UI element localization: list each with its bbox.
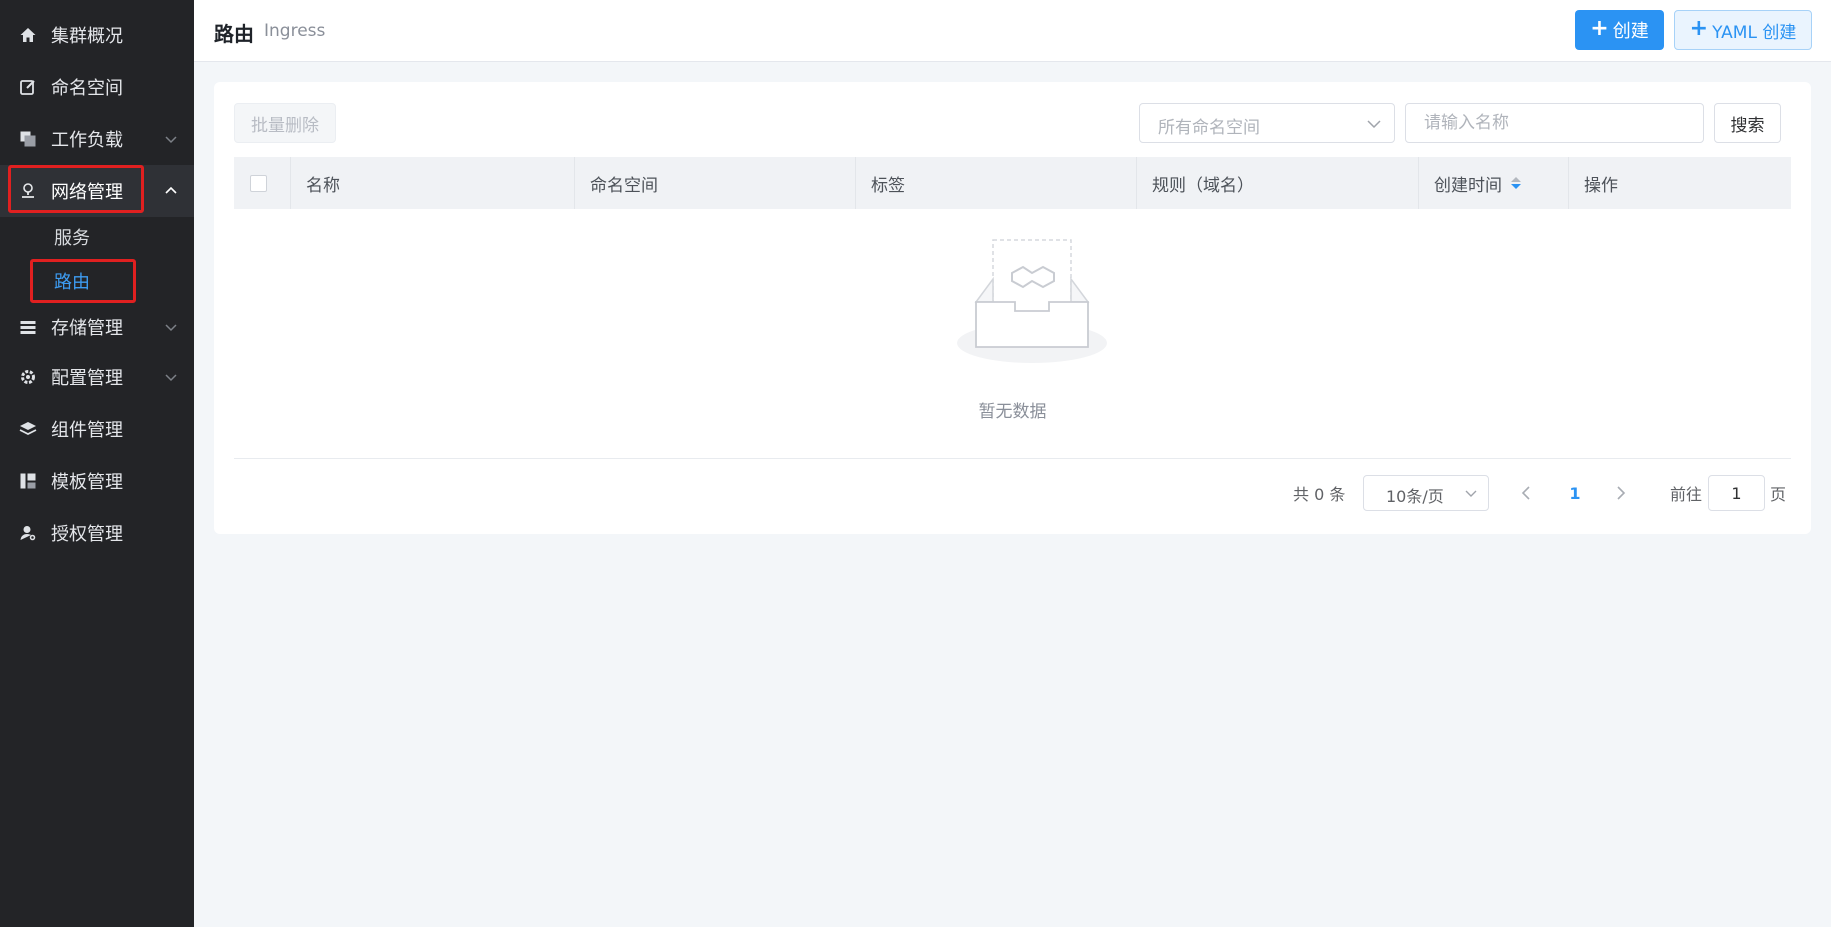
sidebar-item-authorization[interactable]: 授权管理 bbox=[0, 507, 194, 559]
table-header: 名称 命名空间 标签 规则（域名） 创建时间 操作 bbox=[234, 157, 1791, 209]
empty-text: 暂无数据 bbox=[978, 402, 1047, 422]
home-icon bbox=[18, 25, 38, 45]
total-count: 共 0 条 bbox=[1293, 485, 1346, 504]
column-header-namespace: 命名空间 bbox=[574, 157, 855, 209]
empty-box-icon bbox=[957, 239, 1107, 363]
sort-icon[interactable] bbox=[1510, 175, 1522, 191]
sidebar-item-workload[interactable]: 工作负载 bbox=[0, 113, 194, 165]
page-header: 路由 Ingress + 创建 + YAML 创建 bbox=[194, 0, 1831, 62]
yaml-create-button[interactable]: + YAML 创建 bbox=[1674, 10, 1812, 50]
name-search-input[interactable] bbox=[1405, 103, 1704, 143]
sidebar-item-label: 工作负载 bbox=[51, 130, 123, 151]
sidebar-item-cluster-overview[interactable]: 集群概况 bbox=[0, 9, 194, 61]
chevron-up-icon bbox=[165, 186, 177, 194]
sidebar-item-label: 模板管理 bbox=[51, 472, 123, 493]
plus-icon: + bbox=[1689, 16, 1709, 41]
sidebar-item-network[interactable]: 网络管理 bbox=[0, 165, 194, 217]
sidebar-item-components[interactable]: 组件管理 bbox=[0, 403, 194, 455]
copy-icon bbox=[18, 129, 38, 149]
next-page-button[interactable] bbox=[1612, 475, 1630, 511]
sidebar-item-config[interactable]: 配置管理 bbox=[0, 351, 194, 403]
ingress-list-card: 批量删除 所有命名空间 搜索 名称 命名空间 标签 规则（域名） 创建时间 操作 bbox=[214, 82, 1811, 534]
template-icon bbox=[18, 471, 38, 491]
column-header-name: 名称 bbox=[290, 157, 574, 209]
sidebar-item-templates[interactable]: 模板管理 bbox=[0, 455, 194, 507]
sidebar-subitem-label: 服务 bbox=[54, 228, 90, 249]
plus-icon: + bbox=[1590, 16, 1609, 41]
prev-page-button[interactable] bbox=[1517, 475, 1535, 511]
batch-delete-button[interactable]: 批量删除 bbox=[234, 103, 336, 143]
chevron-down-icon bbox=[165, 324, 177, 332]
storage-icon bbox=[18, 317, 38, 337]
chevron-left-icon bbox=[1521, 486, 1530, 500]
column-header-rules: 规则（域名） bbox=[1136, 157, 1418, 209]
chevron-down-icon bbox=[1367, 120, 1381, 129]
layers-icon bbox=[18, 419, 38, 439]
sidebar-item-namespace[interactable]: 命名空间 bbox=[0, 61, 194, 113]
sidebar-item-label: 配置管理 bbox=[51, 368, 123, 389]
column-header-created-time[interactable]: 创建时间 bbox=[1418, 157, 1568, 209]
sidebar-item-storage[interactable]: 存储管理 bbox=[0, 301, 194, 353]
chevron-right-icon bbox=[1617, 486, 1626, 500]
namespace-select[interactable]: 所有命名空间 bbox=[1139, 103, 1395, 143]
sidebar-subitem-label: 路由 bbox=[54, 272, 90, 293]
page-title: 路由 bbox=[214, 22, 254, 46]
page-size-value: 10条/页 bbox=[1386, 487, 1444, 506]
page-size-select[interactable]: 10条/页 bbox=[1363, 475, 1489, 511]
goto-label: 前往 bbox=[1670, 485, 1703, 504]
column-header-actions: 操作 bbox=[1568, 157, 1791, 209]
create-button[interactable]: + 创建 bbox=[1575, 10, 1664, 50]
page-subtitle: Ingress bbox=[264, 21, 326, 41]
sidebar-item-label: 组件管理 bbox=[51, 420, 123, 441]
select-all-column bbox=[234, 157, 290, 209]
chevron-down-icon bbox=[165, 374, 177, 382]
search-button[interactable]: 搜索 bbox=[1714, 103, 1781, 143]
page-number-current[interactable]: 1 bbox=[1563, 475, 1587, 511]
sidebar-item-label: 授权管理 bbox=[51, 524, 123, 545]
select-all-checkbox[interactable] bbox=[250, 175, 267, 192]
edit-icon bbox=[18, 77, 38, 97]
chevron-down-icon bbox=[1465, 490, 1477, 497]
sidebar-item-label: 集群概况 bbox=[51, 26, 123, 47]
page-suffix: 页 bbox=[1770, 485, 1787, 504]
column-header-created-time-label: 创建时间 bbox=[1434, 175, 1502, 196]
sidebar-item-label: 命名空间 bbox=[51, 78, 123, 99]
sidebar-item-label: 网络管理 bbox=[51, 182, 123, 203]
create-button-label: 创建 bbox=[1612, 21, 1649, 42]
network-icon bbox=[18, 181, 38, 201]
gear-icon bbox=[18, 367, 38, 387]
namespace-select-placeholder: 所有命名空间 bbox=[1158, 118, 1260, 138]
sidebar-item-label: 存储管理 bbox=[51, 318, 123, 339]
yaml-create-button-label: YAML 创建 bbox=[1712, 22, 1797, 43]
goto-page-input[interactable] bbox=[1708, 475, 1765, 511]
table-empty-state: 暂无数据 bbox=[234, 209, 1791, 459]
sidebar: 集群概况 命名空间 工作负载 网络管理 服务 路由 存储管理 配置管理 组件管理… bbox=[0, 0, 194, 927]
sidebar-subitem-ingress[interactable]: 路由 bbox=[0, 259, 194, 303]
column-header-labels: 标签 bbox=[855, 157, 1136, 209]
sidebar-subitem-service[interactable]: 服务 bbox=[0, 215, 194, 259]
user-key-icon bbox=[18, 523, 38, 543]
chevron-down-icon bbox=[165, 136, 177, 144]
